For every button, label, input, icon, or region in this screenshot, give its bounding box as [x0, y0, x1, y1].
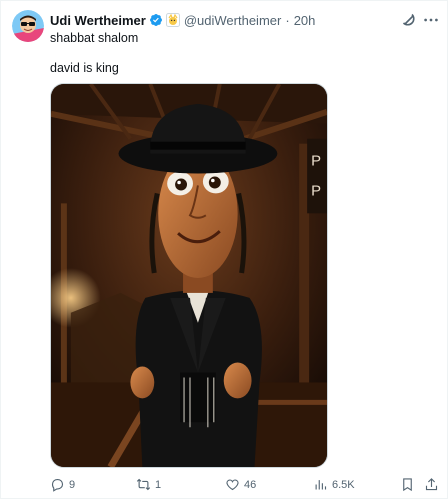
share-icon	[425, 478, 438, 491]
affiliation-badge-icon[interactable]	[165, 13, 180, 27]
like-count: 46	[244, 478, 257, 491]
like-button[interactable]: 46	[225, 477, 256, 492]
repost-button[interactable]: 1	[136, 477, 161, 492]
reply-icon	[51, 478, 64, 492]
share-button[interactable]	[424, 477, 443, 492]
header-separator: ·	[285, 12, 290, 28]
tweet-actions-bar: 9 1 46 6.5K	[50, 477, 438, 495]
views-button[interactable]: 6.5K	[313, 477, 355, 492]
more-options-icon[interactable]	[421, 10, 441, 30]
author-display-name[interactable]: Udi Wertheimer	[50, 13, 146, 28]
repost-icon	[136, 478, 151, 491]
grok-icon[interactable]	[399, 10, 419, 30]
views-chart-icon	[315, 480, 327, 490]
verified-badge-icon	[149, 14, 162, 26]
reply-count: 9	[69, 478, 76, 491]
tweet-media-image[interactable]: P P	[50, 83, 328, 468]
bookmark-button[interactable]	[400, 477, 419, 492]
tweet-timestamp[interactable]: 20h	[294, 13, 316, 28]
views-count: 6.5K	[332, 478, 355, 491]
author-handle[interactable]: @udiWertheimer	[184, 13, 282, 28]
sign-letter-2: P	[311, 183, 321, 199]
reply-button[interactable]: 9	[50, 477, 75, 492]
tweet-text-line-1: shabbat shalom	[50, 31, 139, 45]
repost-count: 1	[155, 478, 162, 491]
author-avatar[interactable]	[12, 10, 44, 42]
tweet-header: Udi Wertheimer @udiWertheimer · 20h	[50, 11, 315, 29]
sign-letter-1: P	[311, 154, 321, 170]
heart-icon	[226, 479, 239, 491]
bookmark-icon	[403, 478, 412, 492]
tweet-card[interactable]: Udi Wertheimer @udiWertheimer · 20h shab…	[0, 0, 448, 499]
tweet-text-line-2: david is king	[50, 61, 119, 75]
